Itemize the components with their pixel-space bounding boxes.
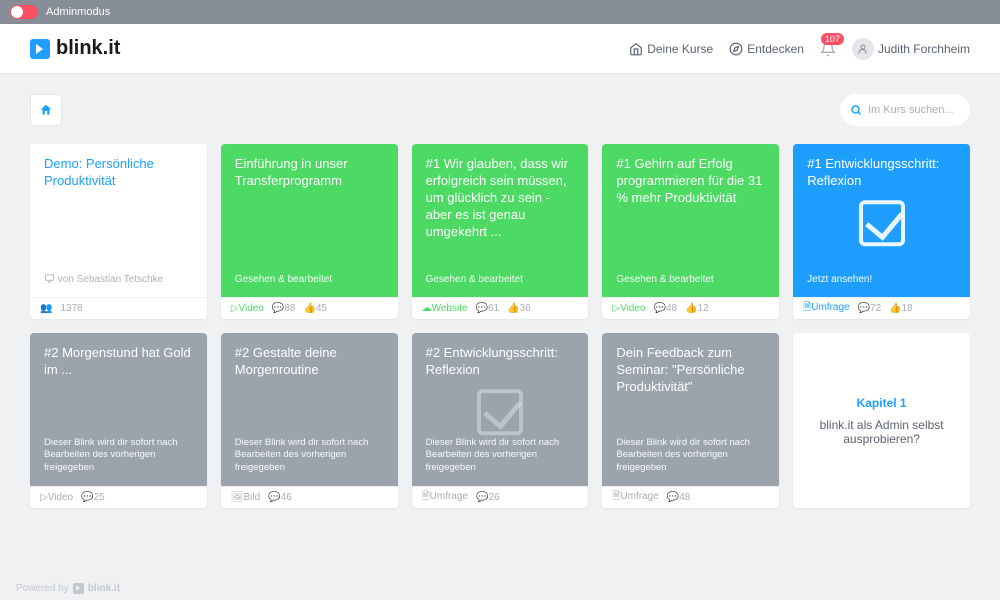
card-meta: 🗎Umfrage 💬26 (412, 486, 589, 508)
search-input[interactable]: Im Kurs suchen... (840, 94, 970, 126)
type-label: 🗎Umfrage (612, 489, 658, 506)
content: Im Kurs suchen... Demo: Persönliche Prod… (0, 74, 1000, 528)
card-title: #1 Wir glauben, dass wir erfolgreich sei… (426, 156, 575, 240)
like-count: 👍36 (507, 303, 531, 314)
card-status: Dieser Blink wird dir sofort nach Bearbe… (616, 437, 765, 474)
house-icon (39, 103, 53, 117)
like-count: 👍12 (685, 303, 709, 314)
card-meta: ▷Video 💬88 👍45 (221, 297, 398, 319)
type-label: 🖼Bild (231, 492, 260, 503)
card-status: Dieser Blink wird dir sofort nach Bearbe… (44, 437, 193, 474)
comment-count: 💬48 (667, 492, 691, 503)
card-status: Gesehen & bearbeitet (426, 274, 575, 285)
home-button[interactable] (30, 94, 62, 126)
card-title: Demo: Persönliche Produktivität (44, 156, 193, 190)
comment-count: 💬61 (476, 303, 500, 314)
brand-logo[interactable]: blink.it (30, 37, 120, 60)
card-chapter-info[interactable]: Kapitel 1 blink.it als Admin selbst ausp… (793, 333, 970, 508)
card-meta: ☁Website 💬61 👍36 (412, 297, 589, 319)
type-label: ☁Website (422, 303, 468, 314)
play-icon (30, 39, 50, 59)
comment-count: 💬46 (268, 492, 292, 503)
comment-count: 💬25 (81, 492, 105, 503)
card-title: #1 Entwicklungsschritt: Reflexion (807, 156, 956, 190)
presenter-icon (44, 273, 55, 284)
card-brain[interactable]: #1 Gehirn auf Erfolg programmieren für d… (602, 144, 779, 319)
card-meta: 🗎Umfrage 💬72 👍18 (793, 297, 970, 319)
card-meta: ▷Video 💬25 (30, 486, 207, 508)
like-count: 👍45 (303, 303, 327, 314)
admin-label: Adminmodus (46, 6, 110, 18)
search-icon (850, 104, 862, 116)
card-status: Jetzt ansehen! (807, 274, 956, 285)
nav-notifications[interactable]: 107 (820, 41, 836, 57)
type-label: ▷Video (612, 303, 645, 314)
card-meta: 👥1378 (30, 297, 207, 319)
card-reflexion-2[interactable]: #2 Entwicklungsschritt: Reflexion Dieser… (412, 333, 589, 508)
card-status: Gesehen & bearbeitet (235, 274, 384, 285)
comment-count: 💬72 (858, 303, 882, 314)
compass-icon (729, 42, 743, 56)
card-author: von Sebastian Tetschke (44, 273, 193, 285)
card-demo[interactable]: Demo: Persönliche Produktivität von Seba… (30, 144, 207, 319)
card-meta: 🗎Umfrage 💬48 (602, 486, 779, 508)
card-grid: Demo: Persönliche Produktivität von Seba… (30, 144, 970, 508)
like-count: 👍18 (889, 303, 913, 314)
card-meta: 🖼Bild 💬46 (221, 486, 398, 508)
card-title: #2 Entwicklungsschritt: Reflexion (426, 345, 575, 379)
type-label: 🗎Umfrage (803, 300, 849, 317)
nav-discover[interactable]: Entdecken (729, 42, 804, 56)
card-status: Dieser Blink wird dir sofort nach Bearbe… (426, 437, 575, 474)
check-icon (477, 389, 523, 435)
card-reflexion[interactable]: #1 Entwicklungsschritt: Reflexion Jetzt … (793, 144, 970, 319)
type-label: ▷Video (40, 492, 73, 503)
admin-bar: Adminmodus (0, 0, 1000, 24)
card-intro[interactable]: Einführung in unser Transferprogramm Ges… (221, 144, 398, 319)
navbar: blink.it Deine Kurse Entdecken 107 Judit… (0, 24, 1000, 74)
chapter-text: blink.it als Admin selbst ausprobieren? (813, 418, 950, 446)
brand-text: blink.it (56, 37, 120, 60)
admin-toggle[interactable] (10, 5, 38, 19)
comment-count: 💬26 (476, 492, 500, 503)
home-icon (629, 42, 643, 56)
comment-count: 💬88 (272, 303, 296, 314)
card-title: #2 Gestalte deine Morgenroutine (235, 345, 384, 379)
card-title: Einführung in unser Transferprogramm (235, 156, 384, 190)
footer: Powered by blink.it (16, 583, 120, 594)
nav-courses[interactable]: Deine Kurse (629, 42, 713, 56)
card-status: Gesehen & bearbeitet (616, 274, 765, 285)
play-icon (73, 583, 84, 594)
comment-count: 💬48 (654, 303, 678, 314)
card-morning-gold[interactable]: #2 Morgenstund hat Gold im ... Dieser Bl… (30, 333, 207, 508)
card-morning-routine[interactable]: #2 Gestalte deine Morgenroutine Dieser B… (221, 333, 398, 508)
card-feedback[interactable]: Dein Feedback zum Seminar: "Persönliche … (602, 333, 779, 508)
chapter-label: Kapitel 1 (813, 396, 950, 410)
type-label: ▷Video (231, 303, 264, 314)
avatar-icon (852, 38, 874, 60)
card-meta: ▷Video 💬48 👍12 (602, 297, 779, 319)
check-icon (859, 200, 905, 246)
card-status: Dieser Blink wird dir sofort nach Bearbe… (235, 437, 384, 474)
card-title: #1 Gehirn auf Erfolg programmieren für d… (616, 156, 765, 207)
notification-badge: 107 (821, 33, 844, 45)
card-title: Dein Feedback zum Seminar: "Persönliche … (616, 345, 765, 396)
type-label: 🗎Umfrage (422, 489, 468, 506)
users-icon: 👥 (40, 303, 52, 314)
nav-user[interactable]: Judith Forchheim (852, 38, 970, 60)
card-title: #2 Morgenstund hat Gold im ... (44, 345, 193, 379)
card-belief[interactable]: #1 Wir glauben, dass wir erfolgreich sei… (412, 144, 589, 319)
